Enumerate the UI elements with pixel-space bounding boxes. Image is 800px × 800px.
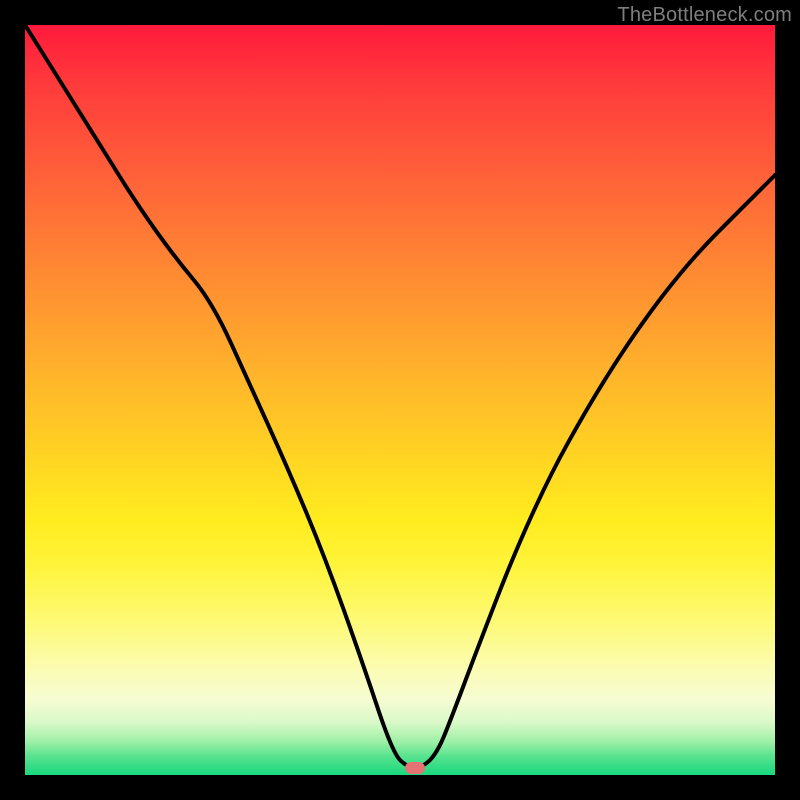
bottleneck-curve (25, 25, 775, 775)
watermark-text: TheBottleneck.com (617, 4, 792, 27)
min-marker (405, 762, 425, 774)
plot-area (25, 25, 775, 775)
chart-frame: TheBottleneck.com (0, 0, 800, 800)
